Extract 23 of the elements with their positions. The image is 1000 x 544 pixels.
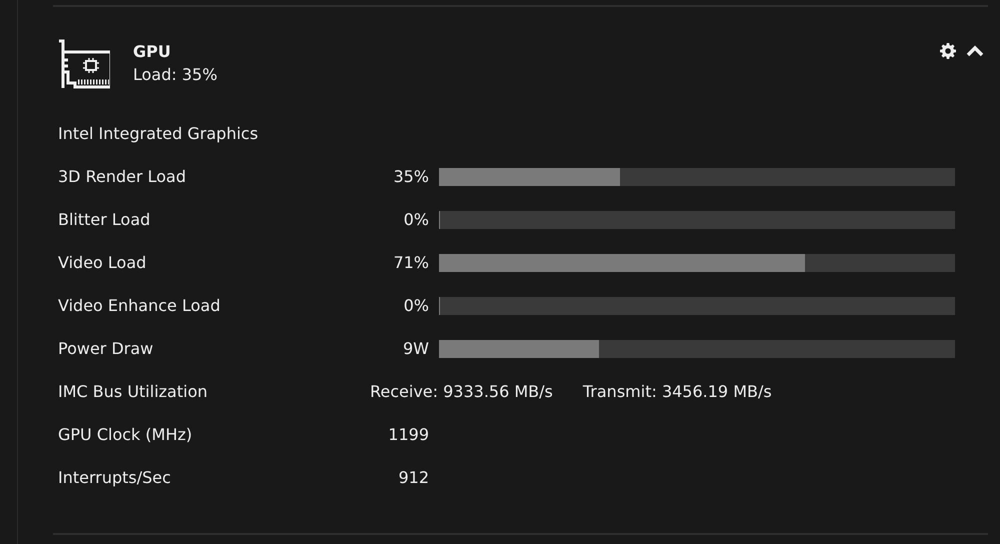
metric-label: Video Enhance Load	[58, 296, 222, 315]
metric-value: 9W	[402, 339, 429, 358]
graphics-card-icon	[58, 39, 110, 91]
panel-title: GPU	[133, 42, 172, 61]
metric-value: 0%	[402, 296, 429, 315]
metric-label: Video Load	[58, 253, 148, 272]
settings-icon[interactable]	[940, 43, 956, 59]
metric-value: 35%	[392, 167, 429, 186]
metric-label: 3D Render Load	[58, 167, 188, 186]
metric-label: GPU Clock (MHz)	[58, 425, 194, 444]
metric-value: 1199	[387, 425, 429, 444]
metric-label: IMC Bus Utilization	[58, 382, 208, 401]
bus-reading: Transmit: 3456.19 MB/s	[582, 382, 772, 401]
metric-value: 0%	[402, 210, 429, 229]
metric-label: Interrupts/Sec	[58, 468, 172, 487]
metric-label: Power Draw	[58, 339, 154, 358]
load-summary: Load: 35%	[133, 65, 218, 84]
metric-label: Blitter Load	[58, 210, 152, 229]
collapse-icon[interactable]	[966, 45, 984, 57]
bus-reading: Receive: 9333.56 MB/s	[370, 382, 553, 401]
device-name: Intel Integrated Graphics	[57, 123, 260, 145]
metric-value: 912	[397, 468, 429, 487]
metric-value: 71%	[392, 253, 429, 272]
